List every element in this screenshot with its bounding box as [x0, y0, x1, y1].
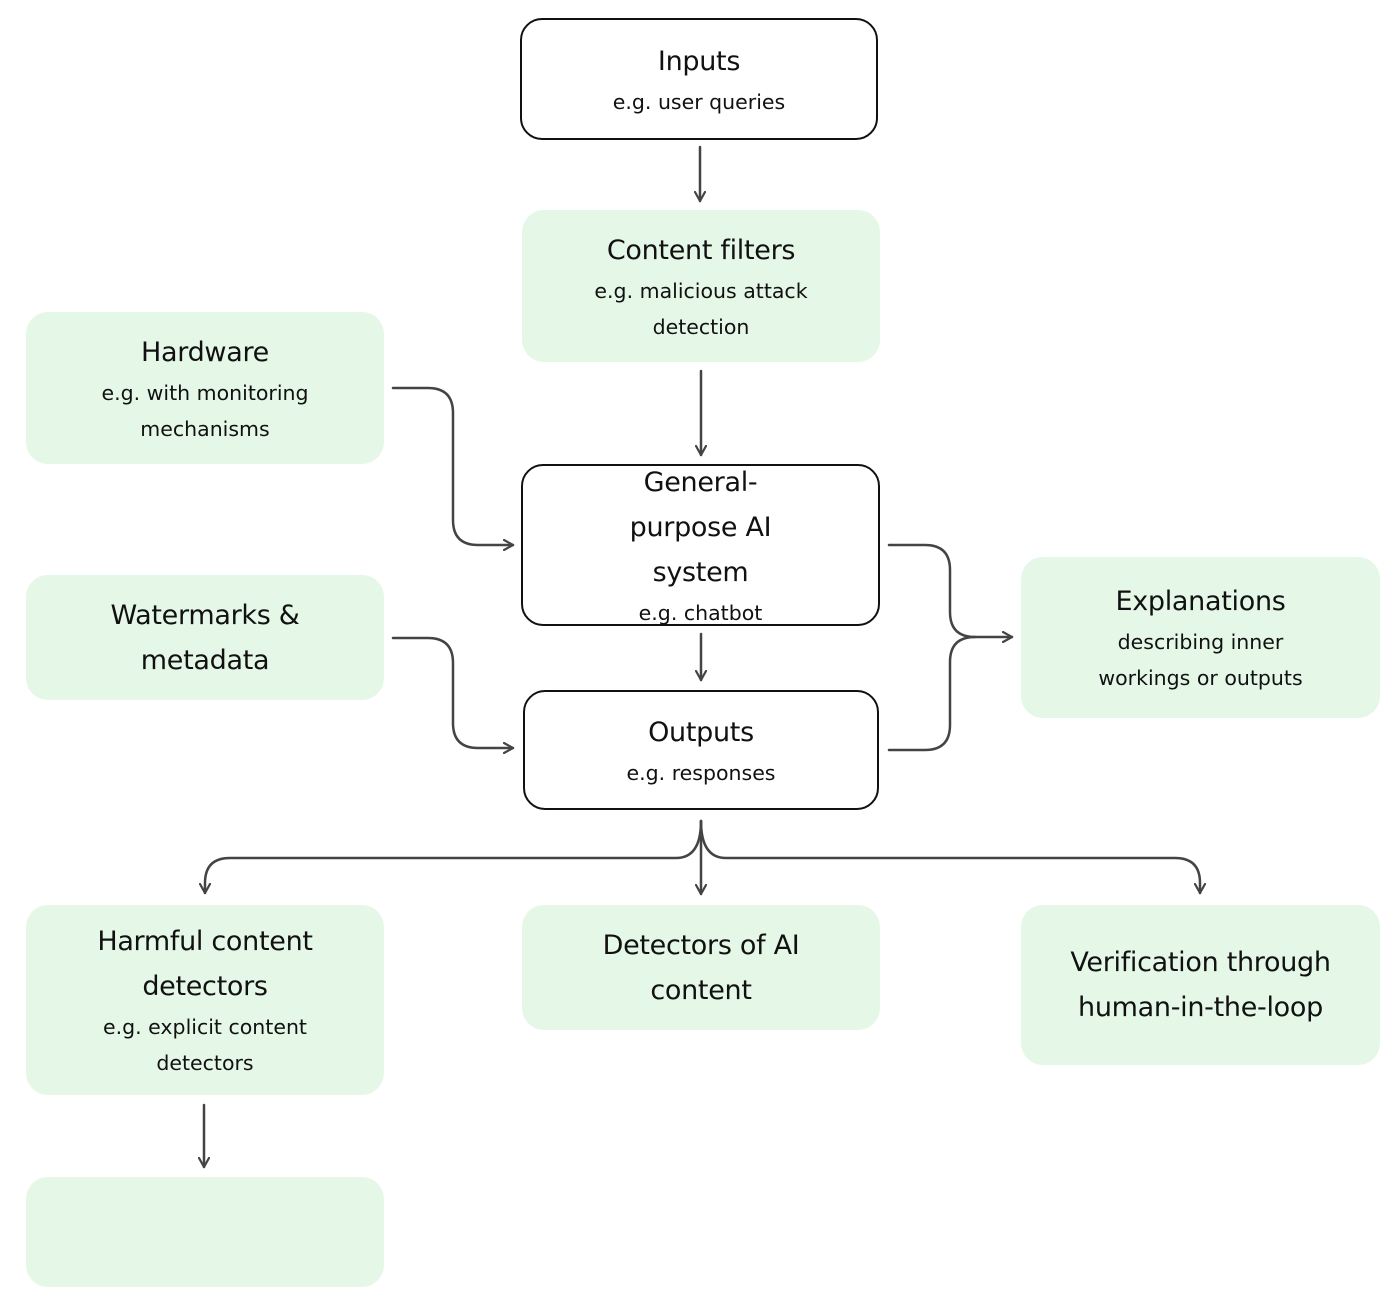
node-title: General-purpose AI system [629, 466, 772, 588]
arrow-system-to-explanations [887, 543, 1014, 637]
arrow-watermarks-to-outputs [391, 636, 515, 748]
node-title: Harmful content detectors [97, 926, 313, 1002]
arrow-outputs-to-verification [699, 819, 1200, 895]
node-hardware: Hardware e.g. with monitoring mechanisms [26, 312, 384, 464]
node-empty [26, 1177, 384, 1287]
arrow-outputs-to-explanations [887, 635, 977, 752]
node-title: Hardware [141, 336, 269, 368]
node-outputs: Outputs e.g. responses [523, 690, 879, 810]
arrow-hardware-to-system [391, 386, 515, 545]
node-watermarks: Watermarks & metadata [26, 575, 384, 700]
node-gp-system: General-purpose AI system e.g. chatbot [521, 464, 880, 626]
node-title: Inputs [657, 45, 741, 77]
node-subtitle: describing inner workings or outputs [1098, 630, 1303, 690]
node-inputs: Inputs e.g. user queries [520, 18, 878, 140]
node-title: Detectors of AI content [602, 929, 800, 1006]
node-subtitle: e.g. user queries [612, 89, 786, 114]
node-subtitle: e.g. malicious attack detection [594, 278, 808, 339]
arrow-outputs-to-harmful [205, 819, 703, 895]
node-title: Explanations [1115, 586, 1286, 617]
node-title: Content filters [606, 234, 796, 266]
node-title: Verification through human-in-the-loop [1070, 947, 1331, 1023]
node-subtitle: e.g. explicit content detectors [103, 1015, 307, 1075]
node-subtitle: e.g. with monitoring mechanisms [101, 380, 309, 441]
node-explanations: Explanations describing inner workings o… [1021, 557, 1380, 718]
node-harmful-detectors: Harmful content detectors e.g. explicit … [26, 905, 384, 1095]
node-ai-content-detectors: Detectors of AI content [522, 905, 880, 1030]
node-title: Watermarks & metadata [110, 599, 300, 676]
node-subtitle: e.g. chatbot [638, 600, 763, 625]
node-title: Outputs [648, 716, 754, 748]
node-verification: Verification through human-in-the-loop [1021, 905, 1380, 1065]
node-content-filters: Content filters e.g. malicious attack de… [522, 210, 880, 362]
node-subtitle: e.g. responses [626, 760, 776, 785]
